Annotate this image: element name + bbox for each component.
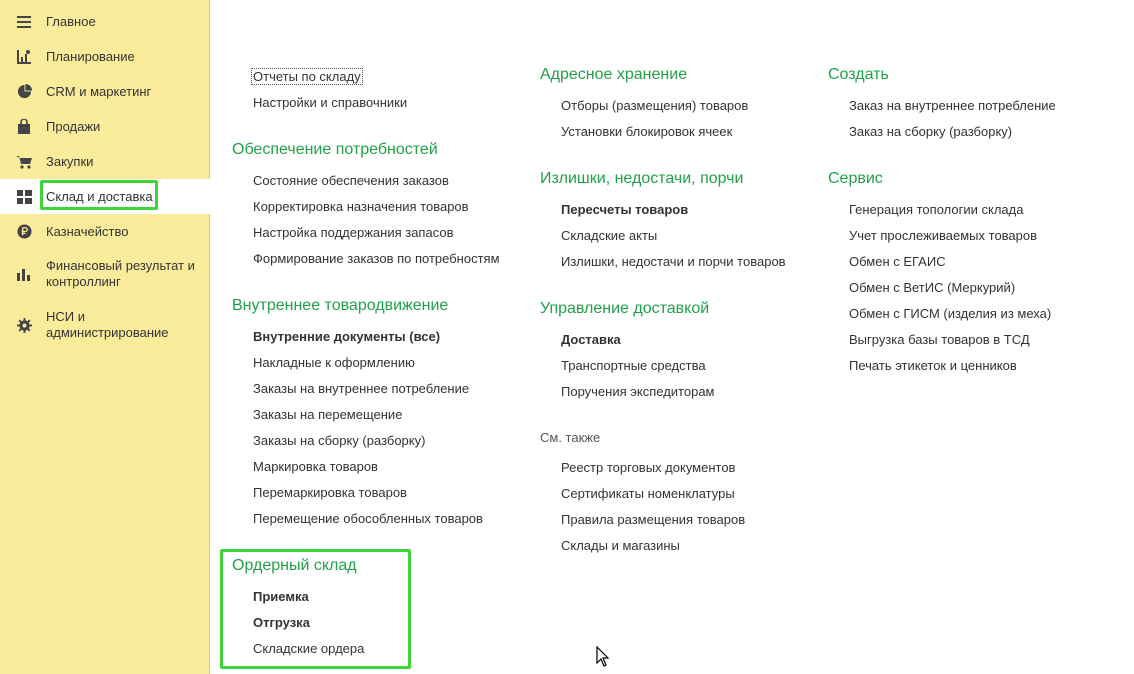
link-item[interactable]: Выгрузка базы товаров в ТСД	[849, 332, 1030, 347]
link-warehouse-reports[interactable]: Отчеты по складу	[251, 68, 363, 85]
section-title-provision: Обеспечение потребностей	[232, 141, 438, 158]
mouse-cursor-icon	[596, 646, 610, 667]
sidebar-item-main[interactable]: Главное	[0, 4, 210, 39]
link-item[interactable]: Заказы на перемещение	[253, 407, 402, 422]
sidebar-item-label: Продажи	[46, 118, 101, 134]
sidebar-item-sales[interactable]: Продажи	[0, 109, 210, 144]
link-settings[interactable]: Настройки и справочники	[253, 95, 407, 110]
link-item[interactable]: Генерация топологии склада	[849, 202, 1023, 217]
pie-chart-icon	[16, 84, 32, 100]
ruble-coin-icon	[16, 224, 32, 240]
link-item[interactable]: Пересчеты товаров	[561, 202, 688, 217]
sidebar-item-warehouse[interactable]: Склад и доставка	[0, 179, 210, 214]
link-item[interactable]: Обмен с ВетИС (Меркурий)	[849, 280, 1015, 295]
warehouse-grid-icon	[16, 189, 32, 205]
shopping-cart-icon	[16, 154, 32, 170]
link-item[interactable]: Формирование заказов по потребностям	[253, 251, 500, 266]
link-item[interactable]: Перемаркировка товаров	[253, 485, 407, 500]
link-item[interactable]: Отгрузка	[253, 615, 310, 630]
section-title-service: Сервис	[828, 170, 883, 187]
section-title-internal: Внутреннее товародвижение	[232, 297, 449, 314]
link-item[interactable]: Приемка	[253, 589, 309, 604]
link-item[interactable]: Складские акты	[561, 228, 657, 243]
section-title-order-warehouse: Ордерный склад	[232, 557, 357, 574]
sidebar-item-label: CRM и маркетинг	[46, 83, 152, 99]
link-item[interactable]: Настройка поддержания запасов	[253, 225, 453, 240]
link-item[interactable]: Заказ на сборку (разборку)	[849, 124, 1012, 139]
link-item[interactable]: Обмен с ЕГАИС	[849, 254, 946, 269]
section-title-address-storage: Адресное хранение	[540, 66, 688, 83]
link-item[interactable]: Заказы на внутреннее потребление	[253, 381, 469, 396]
sidebar-item-label: НСИ и администрирование	[46, 309, 169, 340]
link-item[interactable]: Транспортные средства	[561, 358, 706, 373]
sidebar-item-label: Закупки	[46, 153, 94, 169]
link-item[interactable]: Обмен с ГИСМ (изделия из меха)	[849, 306, 1051, 321]
sidebar-item-purchases[interactable]: Закупки	[0, 144, 210, 179]
link-item[interactable]: Корректировка назначения товаров	[253, 199, 469, 214]
sidebar-item-planning[interactable]: Планирование	[0, 39, 210, 74]
section-title-create: Создать	[828, 66, 889, 83]
link-item[interactable]: Накладные к оформлению	[253, 355, 415, 370]
link-item[interactable]: Маркировка товаров	[253, 459, 378, 474]
link-item[interactable]: Печать этикеток и ценников	[849, 358, 1017, 373]
sidebar-item-label: Главное	[46, 13, 96, 29]
section-title-surplus: Излишки, недостачи, порчи	[540, 170, 744, 187]
sidebar-item-label: Склад и доставка	[46, 188, 153, 204]
link-item[interactable]: Правила размещения товаров	[561, 512, 745, 527]
link-item[interactable]: Складские ордера	[253, 641, 364, 656]
link-item[interactable]: Излишки, недостачи и порчи товаров	[561, 254, 786, 269]
link-item[interactable]: Заказ на внутреннее потребление	[849, 98, 1056, 113]
sidebar-item-treasury[interactable]: Казначейство	[0, 214, 210, 249]
link-item[interactable]: Склады и магазины	[561, 538, 680, 553]
sidebar-item-label: Планирование	[46, 48, 135, 64]
sidebar: Главное Планирование CRM и маркетинг Про…	[0, 0, 210, 674]
link-item[interactable]: Заказы на сборку (разборку)	[253, 433, 425, 448]
link-item[interactable]: Внутренние документы (все)	[253, 329, 440, 344]
link-item[interactable]: Учет прослеживаемых товаров	[849, 228, 1037, 243]
link-item[interactable]: Перемещение обособленных товаров	[253, 511, 483, 526]
link-item[interactable]: Реестр торговых документов	[561, 460, 735, 475]
see-also-title: См. также	[540, 430, 601, 445]
shopping-bag-icon	[16, 119, 32, 135]
link-item[interactable]: Состояние обеспечения заказов	[253, 173, 449, 188]
link-item[interactable]: Поручения экспедиторам	[561, 384, 715, 399]
link-item[interactable]: Сертификаты номенклатуры	[561, 486, 735, 501]
sidebar-item-label: Казначейство	[46, 223, 129, 239]
link-item[interactable]: Отборы (размещения) товаров	[561, 98, 748, 113]
link-item[interactable]: Доставка	[561, 332, 621, 347]
section-title-delivery: Управление доставкой	[540, 300, 710, 317]
menu-lines-icon	[16, 14, 32, 30]
sidebar-item-admin[interactable]: НСИ и администрирование	[0, 300, 210, 350]
sidebar-item-finance[interactable]: Финансовый результат и контроллинг	[0, 249, 210, 299]
bar-chart-icon	[16, 266, 32, 282]
link-item[interactable]: Установки блокировок ячеек	[561, 124, 732, 139]
sidebar-item-crm[interactable]: CRM и маркетинг	[0, 74, 210, 109]
planning-chart-icon	[16, 49, 32, 65]
gear-icon	[16, 317, 32, 333]
sidebar-item-label: Финансовый результат и контроллинг	[46, 258, 195, 289]
